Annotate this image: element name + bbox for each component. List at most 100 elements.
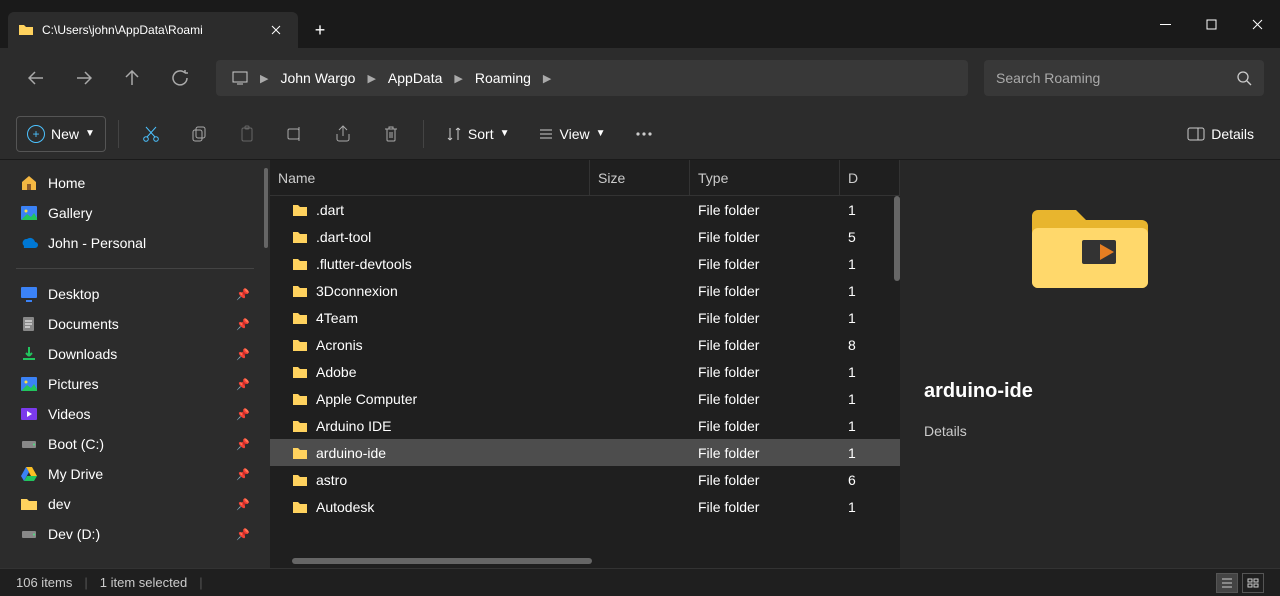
file-row[interactable]: .flutter-devtools File folder 1 xyxy=(270,250,900,277)
window-controls xyxy=(1142,0,1280,48)
scrollbar-vertical[interactable] xyxy=(894,196,900,281)
sidebar-item-boot-c-[interactable]: Boot (C:)📌 xyxy=(10,429,260,459)
sidebar-item-onedrive[interactable]: John - Personal xyxy=(10,228,260,258)
copy-button[interactable] xyxy=(179,116,219,152)
more-button[interactable] xyxy=(624,116,664,152)
sidebar-item-gallery[interactable]: Gallery xyxy=(10,198,260,228)
rename-button[interactable] xyxy=(275,116,315,152)
crumb-user[interactable]: John Wargo xyxy=(272,60,363,96)
search-icon[interactable] xyxy=(1237,71,1252,86)
col-name[interactable]: Name xyxy=(270,160,590,195)
scrollbar-horizontal[interactable] xyxy=(292,558,592,564)
up-button[interactable] xyxy=(112,58,152,98)
file-name: astro xyxy=(316,472,347,488)
crumb-roaming[interactable]: Roaming xyxy=(467,60,539,96)
paste-button[interactable] xyxy=(227,116,267,152)
sort-button[interactable]: Sort ▼ xyxy=(436,116,520,152)
separator: | xyxy=(84,575,87,590)
file-row[interactable]: arduino-ide File folder 1 xyxy=(270,439,900,466)
refresh-button[interactable] xyxy=(160,58,200,98)
sidebar-item-videos[interactable]: Videos📌 xyxy=(10,399,260,429)
cut-button[interactable] xyxy=(131,116,171,152)
view-toggle-group xyxy=(1216,573,1264,593)
file-row[interactable]: Adobe File folder 1 xyxy=(270,358,900,385)
sidebar-item-desktop[interactable]: Desktop 📌 xyxy=(10,279,260,309)
navbar: ▶ John Wargo ▶ AppData ▶ Roaming ▶ Searc… xyxy=(0,48,1280,108)
col-type[interactable]: Type xyxy=(690,160,840,195)
new-button[interactable]: + New ▼ xyxy=(16,116,106,152)
col-size[interactable]: Size xyxy=(590,160,690,195)
sidebar-item-label: Gallery xyxy=(48,205,92,221)
view-large-button[interactable] xyxy=(1242,573,1264,593)
view-button[interactable]: View ▼ xyxy=(528,116,616,152)
back-button[interactable] xyxy=(16,58,56,98)
file-type: File folder xyxy=(690,202,840,218)
forward-button[interactable] xyxy=(64,58,104,98)
share-button[interactable] xyxy=(323,116,363,152)
crumb-appdata[interactable]: AppData xyxy=(380,60,450,96)
status-count: 106 items xyxy=(16,575,72,590)
gdrive-icon xyxy=(20,465,38,483)
sidebar-item-dev-d-[interactable]: Dev (D:)📌 xyxy=(10,519,260,549)
maximize-button[interactable] xyxy=(1188,0,1234,48)
pin-icon: 📌 xyxy=(236,408,250,421)
sidebar-item-dev[interactable]: dev📌 xyxy=(10,489,260,519)
file-row[interactable]: Autodesk File folder 1 xyxy=(270,493,900,520)
sidebar-item-label: My Drive xyxy=(48,466,103,482)
file-row[interactable]: Apple Computer File folder 1 xyxy=(270,385,900,412)
pin-icon: 📌 xyxy=(236,348,250,361)
pin-icon: 📌 xyxy=(236,288,250,301)
folder-icon xyxy=(292,446,308,460)
minimize-button[interactable] xyxy=(1142,0,1188,48)
pc-icon[interactable] xyxy=(224,60,256,96)
search-placeholder: Search Roaming xyxy=(996,70,1229,86)
sidebar-item-my-drive[interactable]: My Drive 📌 xyxy=(10,459,260,489)
file-row[interactable]: 3Dconnexion File folder 1 xyxy=(270,277,900,304)
chevron-right-icon[interactable]: ▶ xyxy=(543,72,551,85)
file-date: 1 xyxy=(840,256,900,272)
view-details-button[interactable] xyxy=(1216,573,1238,593)
search-box[interactable]: Search Roaming xyxy=(984,60,1264,96)
sidebar-item-label: dev xyxy=(48,496,71,512)
details-pane-toggle[interactable]: Details xyxy=(1177,116,1264,152)
new-tab-button[interactable]: + xyxy=(308,18,332,42)
col-date[interactable]: D xyxy=(840,160,900,195)
file-type: File folder xyxy=(690,283,840,299)
file-name: 4Team xyxy=(316,310,358,326)
close-tab-button[interactable] xyxy=(264,18,288,42)
chevron-right-icon[interactable]: ▶ xyxy=(260,72,268,85)
file-name: .dart xyxy=(316,202,344,218)
chevron-right-icon[interactable]: ▶ xyxy=(367,72,375,85)
file-name: arduino-ide xyxy=(316,445,386,461)
file-row[interactable]: Acronis File folder 8 xyxy=(270,331,900,358)
details-label: Details xyxy=(1211,126,1254,142)
chevron-right-icon[interactable]: ▶ xyxy=(454,72,462,85)
folder-icon xyxy=(292,419,308,433)
sidebar-item-pictures[interactable]: Pictures📌 xyxy=(10,369,260,399)
file-type: File folder xyxy=(690,364,840,380)
file-row[interactable]: .dart File folder 1 xyxy=(270,196,900,223)
file-row[interactable]: astro File folder 6 xyxy=(270,466,900,493)
new-label: New xyxy=(51,126,79,142)
sidebar-item-documents[interactable]: Documents📌 xyxy=(10,309,260,339)
breadcrumb[interactable]: ▶ John Wargo ▶ AppData ▶ Roaming ▶ xyxy=(216,60,968,96)
sidebar-item-label: Downloads xyxy=(48,346,117,362)
delete-button[interactable] xyxy=(371,116,411,152)
drive-icon xyxy=(20,435,38,453)
sidebar-item-label: Desktop xyxy=(48,286,99,302)
file-row[interactable]: .dart-tool File folder 5 xyxy=(270,223,900,250)
documents-icon xyxy=(20,315,38,333)
sidebar-item-downloads[interactable]: Downloads 📌 xyxy=(10,339,260,369)
file-date: 1 xyxy=(840,499,900,515)
scrollbar[interactable] xyxy=(264,168,268,248)
pin-icon: 📌 xyxy=(236,468,250,481)
close-window-button[interactable] xyxy=(1234,0,1280,48)
file-date: 1 xyxy=(840,364,900,380)
file-row[interactable]: Arduino IDE File folder 1 xyxy=(270,412,900,439)
tab[interactable]: C:\Users\john\AppData\Roami xyxy=(8,12,298,48)
file-row[interactable]: 4Team File folder 1 xyxy=(270,304,900,331)
sidebar-item-home[interactable]: Home xyxy=(10,168,260,198)
file-type: File folder xyxy=(690,472,840,488)
main: Home Gallery John - Personal Desktop 📌 Docum… xyxy=(0,160,1280,568)
sidebar-item-label: Documents xyxy=(48,316,119,332)
